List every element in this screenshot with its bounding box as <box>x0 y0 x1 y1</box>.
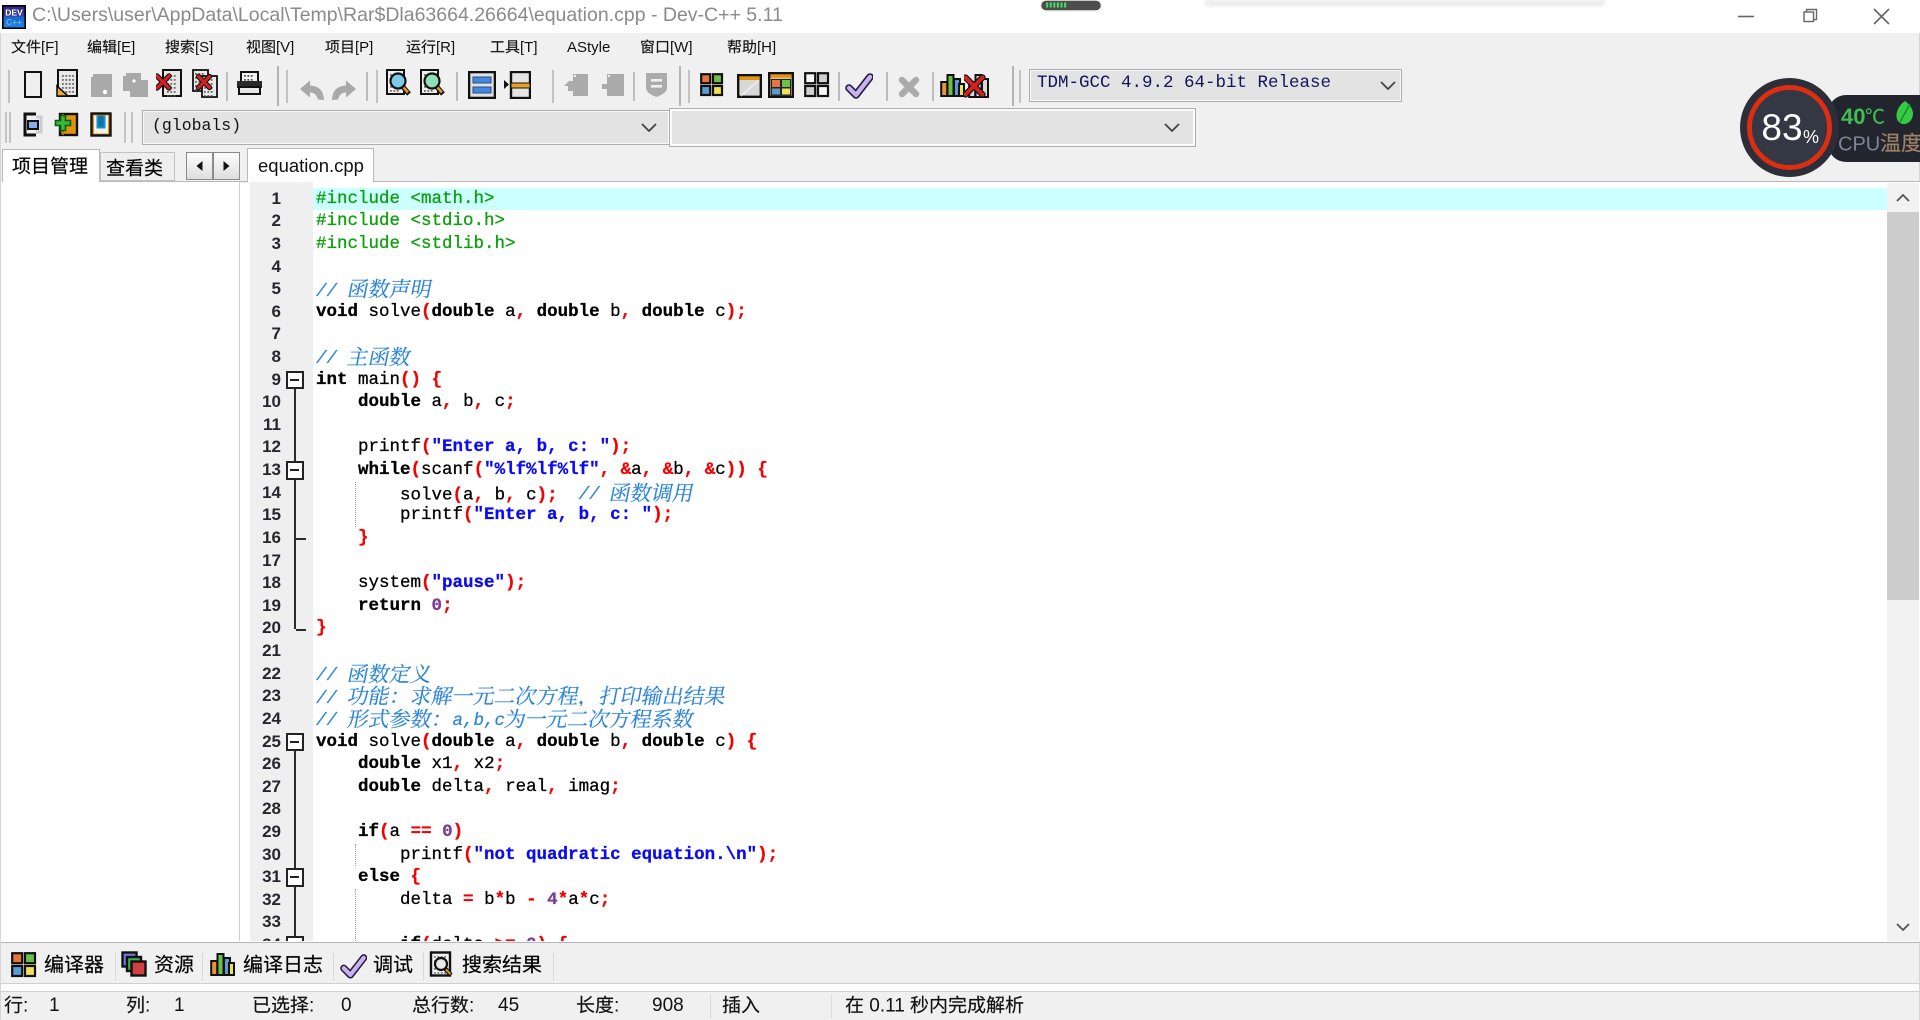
svg-text:83: 83 <box>1761 107 1802 148</box>
svg-text:DEV: DEV <box>5 8 23 18</box>
svg-text:C++: C++ <box>6 17 22 27</box>
svg-text:%: % <box>1803 127 1819 147</box>
